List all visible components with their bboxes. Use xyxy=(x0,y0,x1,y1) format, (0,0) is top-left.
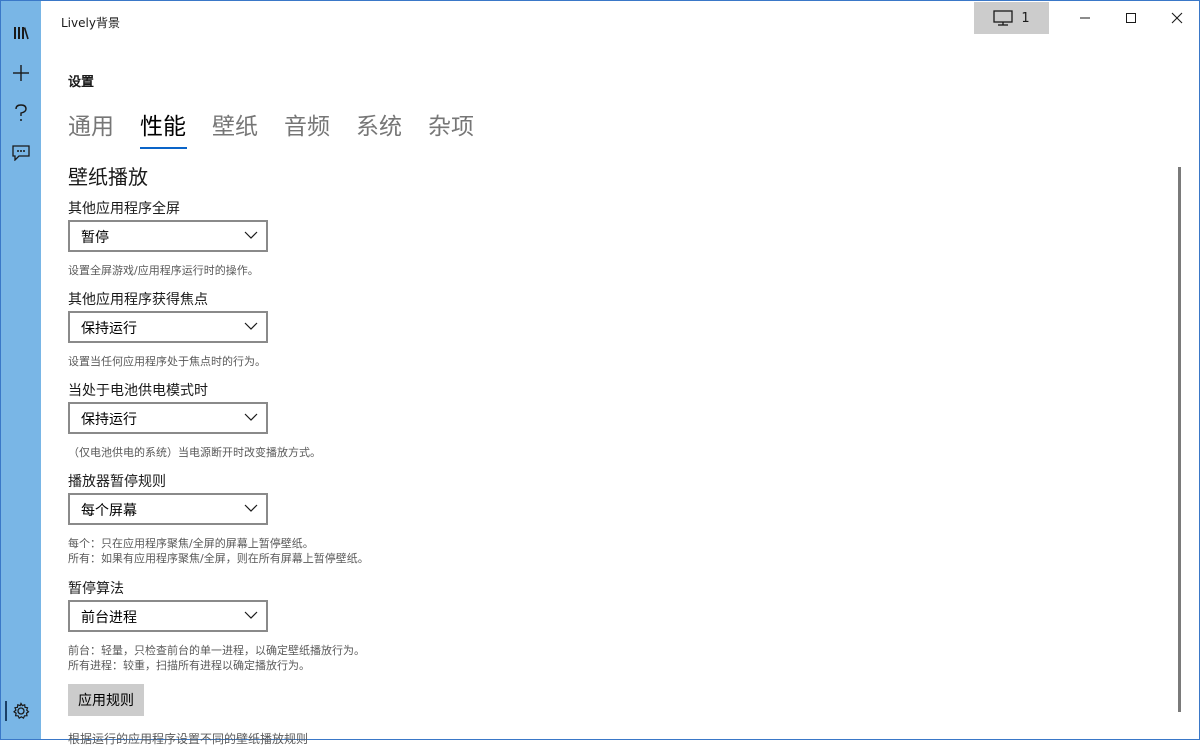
pause-algorithm-dropdown-value: 前台进程 xyxy=(81,610,137,626)
battery-dropdown[interactable]: 保持运行 xyxy=(68,402,268,434)
app-title: Lively背景 xyxy=(61,16,120,30)
tab-general[interactable]: 通用 xyxy=(68,111,114,143)
tab-misc[interactable]: 杂项 xyxy=(428,111,474,143)
app-rules-description: 根据运行的应用程序设置不同的壁纸播放规则 xyxy=(68,732,309,746)
pause-algorithm-label: 暂停算法 xyxy=(68,581,124,597)
chevron-down-icon xyxy=(244,611,258,619)
chevron-down-icon xyxy=(244,504,258,512)
pause-rule-dropdown-value: 每个屏幕 xyxy=(81,503,137,519)
pause-algorithm-dropdown[interactable]: 前台进程 xyxy=(68,600,268,632)
focus-setting-label: 其他应用程序获得焦点 xyxy=(68,292,208,308)
chevron-down-icon xyxy=(244,231,258,239)
pause-algorithm-desc-1: 前台：轻量，只检查前台的单一进程，以确定壁纸播放行为。 xyxy=(68,644,365,657)
tab-system[interactable]: 系统 xyxy=(356,111,402,143)
chevron-down-icon xyxy=(244,413,258,421)
gear-icon[interactable] xyxy=(1,693,41,729)
apply-rules-button[interactable]: 应用规则 xyxy=(68,684,144,716)
focus-setting-desc: 设置当任何应用程序处于焦点时的行为。 xyxy=(68,355,266,368)
focus-dropdown-value: 保持运行 xyxy=(81,321,137,337)
chevron-down-icon xyxy=(244,322,258,330)
fullscreen-dropdown[interactable]: 暂停 xyxy=(68,220,268,252)
pause-rule-desc-2: 所有：如果有应用程序聚焦/全屏，则在所有屏幕上暂停壁纸。 xyxy=(68,552,369,565)
pause-rule-label: 播放器暂停规则 xyxy=(68,474,166,490)
focus-dropdown[interactable]: 保持运行 xyxy=(68,311,268,343)
nav-rail xyxy=(1,1,41,739)
pause-algorithm-desc-2: 所有进程：较重，扫描所有进程以确定播放行为。 xyxy=(68,659,310,672)
tab-audio[interactable]: 音频 xyxy=(284,111,330,143)
close-button[interactable] xyxy=(1154,2,1200,34)
monitor-count: 1 xyxy=(1021,10,1030,26)
pause-rule-desc-1: 每个：只在应用程序聚焦/全屏的屏幕上暂停壁纸。 xyxy=(68,537,314,550)
battery-dropdown-value: 保持运行 xyxy=(81,412,137,428)
pause-rule-dropdown[interactable]: 每个屏幕 xyxy=(68,493,268,525)
tab-bar: 通用 性能 壁纸 音频 系统 杂项 xyxy=(68,111,474,149)
title-bar: Lively背景 1 xyxy=(41,1,1199,39)
fullscreen-setting-desc: 设置全屏游戏/应用程序运行时的操作。 xyxy=(68,264,259,277)
fullscreen-setting-label: 其他应用程序全屏 xyxy=(68,201,180,217)
minimize-icon xyxy=(1080,17,1090,19)
close-icon xyxy=(1171,12,1183,24)
add-icon[interactable] xyxy=(1,55,41,91)
section-title: 壁纸播放 xyxy=(68,165,148,189)
monitor-icon xyxy=(993,10,1014,26)
maximize-button[interactable] xyxy=(1108,2,1154,34)
feedback-icon[interactable] xyxy=(1,135,41,171)
maximize-icon xyxy=(1126,13,1136,23)
fullscreen-dropdown-value: 暂停 xyxy=(81,230,109,246)
scrollbar[interactable] xyxy=(1178,167,1181,712)
battery-setting-desc: （仅电池供电的系统）当电源断开时改变播放方式。 xyxy=(68,446,321,459)
tab-wallpaper[interactable]: 壁纸 xyxy=(212,111,258,143)
battery-setting-label: 当处于电池供电模式时 xyxy=(68,383,208,399)
tab-performance[interactable]: 性能 xyxy=(140,111,187,149)
library-icon[interactable] xyxy=(1,15,41,51)
monitor-select-button[interactable]: 1 xyxy=(974,2,1049,34)
page-title: 设置 xyxy=(68,75,95,90)
minimize-button[interactable] xyxy=(1062,2,1108,34)
help-icon[interactable] xyxy=(1,95,41,131)
